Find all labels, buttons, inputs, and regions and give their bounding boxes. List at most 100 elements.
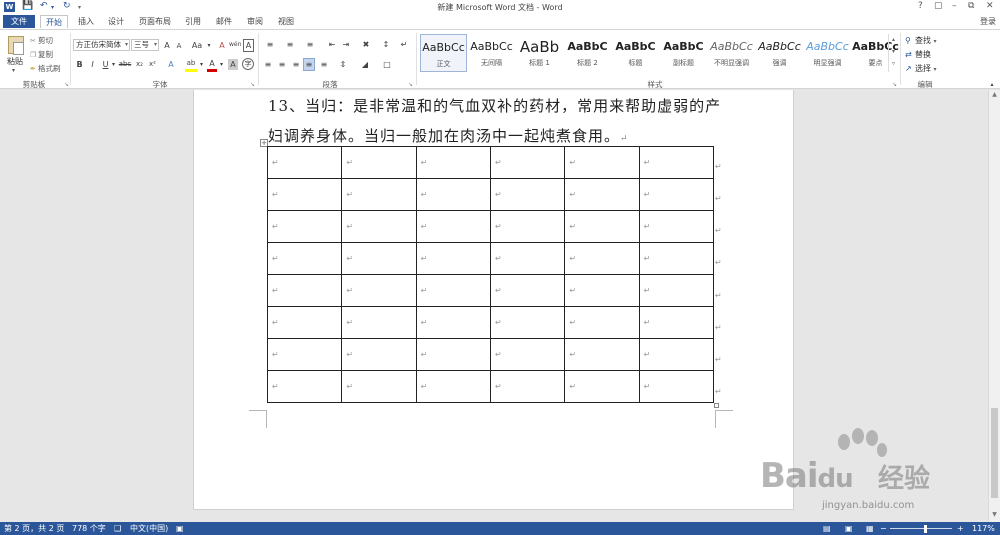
justify-icon[interactable]: ≡ xyxy=(303,58,315,71)
grow-font-button[interactable]: A xyxy=(162,40,172,51)
underline-dropdown-icon[interactable]: ▾ xyxy=(111,59,116,70)
paste-button[interactable]: 粘贴 xyxy=(7,56,23,67)
text-effects-button[interactable]: A xyxy=(166,59,176,70)
distributed-icon[interactable]: ≡ xyxy=(318,59,330,70)
paragraph-line-1[interactable]: 13、当归：是非常温和的气血双补的药材，常用来帮助虚弱的产 xyxy=(268,95,721,116)
table-cell[interactable]: ↵ xyxy=(638,210,715,243)
table-cell[interactable]: ↵ xyxy=(564,178,640,211)
web-layout-icon[interactable]: ▦ xyxy=(866,522,874,535)
table-cell[interactable]: ↵ xyxy=(341,274,417,307)
table-cell[interactable]: ↵ xyxy=(638,274,715,307)
table-cell[interactable]: ↵ xyxy=(564,306,640,339)
close-icon[interactable]: ✕ xyxy=(986,1,994,11)
style-heading-2[interactable]: AaBbC 标题 2 xyxy=(564,34,611,72)
styles-launcher-icon[interactable]: ↘ xyxy=(892,81,897,88)
scrollbar-thumb[interactable] xyxy=(991,408,998,498)
tab-file[interactable]: 文件 xyxy=(3,15,35,28)
align-right-icon[interactable]: ≡ xyxy=(290,59,302,70)
table-cell[interactable]: ↵ xyxy=(638,178,715,211)
align-center-icon[interactable]: ≡ xyxy=(276,59,288,70)
ribbon-display-options-icon[interactable]: ▢ xyxy=(934,1,943,11)
minimize-icon[interactable]: – xyxy=(952,1,957,11)
shrink-font-button[interactable]: A xyxy=(174,41,184,52)
tab-design[interactable]: 设计 xyxy=(103,15,129,28)
tab-home[interactable]: 开始 xyxy=(40,15,68,28)
table-cell[interactable]: ↵ xyxy=(415,338,491,371)
tab-view[interactable]: 视图 xyxy=(273,15,299,28)
table-cell[interactable]: ↵ xyxy=(341,242,417,275)
login-link[interactable]: 登录 xyxy=(980,16,996,27)
word-count[interactable]: 778 个字 xyxy=(72,522,106,535)
change-case-dropdown-icon[interactable]: ▾ xyxy=(206,40,212,51)
table-cell[interactable]: ↵ xyxy=(266,274,343,307)
style-title[interactable]: AaBbC 标题 xyxy=(612,34,659,72)
replace-button[interactable]: ⇄ 替换 xyxy=(905,49,931,60)
superscript-button[interactable]: x² xyxy=(147,59,158,70)
table-cell[interactable]: ↵ xyxy=(341,338,417,371)
document-table[interactable]: ↵ ↵ ↵ ↵ ↵ ↵ ↵ ↵ ↵ ↵ ↵ ↵ ↵ ↵ ↵ ↵ ↵ ↵ ↵ ↵ ↵ ↵ ↵ ↵ ↵ ↵ ↵ ↵ ↵ ↵ ↵ ↵ ↵ ↵ ↵ ↵ ↵ ↵ ↵ ↵… xyxy=(266,146,715,403)
table-cell[interactable]: ↵ xyxy=(638,242,715,275)
character-border-button[interactable]: A xyxy=(243,39,254,52)
table-cell[interactable]: ↵ xyxy=(266,146,343,179)
language-indicator[interactable]: 中文(中国) xyxy=(130,522,168,535)
asian-layout-icon[interactable]: ✖ xyxy=(358,39,374,50)
tab-page-layout[interactable]: 页面布局 xyxy=(134,15,176,28)
table-cell[interactable]: ↵ xyxy=(564,274,640,307)
chevron-down-icon[interactable]: ▾ xyxy=(889,46,898,58)
style-intense-emphasis[interactable]: AaBbCc 明显强调 xyxy=(804,34,851,72)
table-cell[interactable]: ↵ xyxy=(415,274,491,307)
paragraph-line-2[interactable]: 妇调养身体。当归一般加在肉汤中一起炖煮食用。↵ xyxy=(268,125,629,146)
table-cell[interactable]: ↵ xyxy=(341,146,417,179)
zoom-in-button[interactable]: + xyxy=(957,522,964,535)
table-cell[interactable]: ↵ xyxy=(341,306,417,339)
tab-references[interactable]: 引用 xyxy=(180,15,206,28)
table-cell[interactable]: ↵ xyxy=(564,338,640,371)
clipboard-launcher-icon[interactable]: ↘ xyxy=(64,81,69,88)
copy-button[interactable]: ❐ 复制 xyxy=(30,49,53,60)
strikethrough-button[interactable]: abc xyxy=(118,59,132,70)
style-heading-1[interactable]: AaBb 标题 1 xyxy=(516,34,563,72)
table-cell[interactable]: ↵ xyxy=(564,146,640,179)
zoom-slider[interactable] xyxy=(890,528,952,529)
table-cell[interactable]: ↵ xyxy=(489,178,566,211)
restore-icon[interactable]: ⧉ xyxy=(968,1,974,11)
zoom-out-button[interactable]: − xyxy=(880,522,887,535)
chevron-up-icon[interactable]: ▴ xyxy=(889,34,898,46)
select-button[interactable]: ↗ 选择 ▾ xyxy=(905,63,937,74)
increase-indent-icon[interactable]: ⇥ xyxy=(340,39,352,50)
table-cell[interactable]: ↵ xyxy=(564,242,640,275)
subscript-button[interactable]: x₂ xyxy=(134,59,145,70)
table-cell[interactable]: ↵ xyxy=(266,178,343,211)
help-button[interactable]: ? xyxy=(918,1,923,11)
table-cell[interactable]: ↵ xyxy=(341,178,417,211)
table-cell[interactable]: ↵ xyxy=(266,210,343,243)
page-count[interactable]: 第 2 页，共 2 页 xyxy=(4,522,64,535)
table-cell[interactable]: ↵ xyxy=(415,370,491,403)
table-cell[interactable]: ↵ xyxy=(638,306,715,339)
table-cell[interactable]: ↵ xyxy=(489,338,566,371)
change-case-button[interactable]: Aa xyxy=(190,40,204,51)
multilevel-list-icon[interactable]: ≡ xyxy=(302,39,318,50)
font-launcher-icon[interactable]: ↘ xyxy=(250,81,255,88)
table-cell[interactable]: ↵ xyxy=(564,210,640,243)
table-cell[interactable]: ↵ xyxy=(266,306,343,339)
table-cell[interactable]: ↵ xyxy=(489,242,566,275)
underline-button[interactable]: U xyxy=(101,59,110,70)
format-painter-button[interactable]: ✒ 格式刷 xyxy=(30,63,61,74)
table-cell[interactable]: ↵ xyxy=(638,338,715,371)
paste-dropdown-icon[interactable]: ▾ xyxy=(12,67,15,74)
scroll-up-icon[interactable]: ▲ xyxy=(989,91,1000,98)
table-cell[interactable]: ↵ xyxy=(564,370,640,403)
table-cell[interactable]: ↵ xyxy=(415,178,491,211)
read-mode-icon[interactable]: ▤ xyxy=(823,522,831,535)
table-cell[interactable]: ↵ xyxy=(266,338,343,371)
macro-record-icon[interactable]: ▣ xyxy=(176,522,184,535)
collapse-ribbon-icon[interactable]: ▴ xyxy=(988,79,996,90)
tab-mailings[interactable]: 邮件 xyxy=(211,15,237,28)
style-no-spacing[interactable]: AaBbCc 无间隔 xyxy=(468,34,515,72)
sort-icon[interactable]: ↕ xyxy=(380,39,392,50)
phonetic-guide-button[interactable]: wén xyxy=(229,39,241,50)
font-color-button[interactable]: A xyxy=(207,58,217,72)
style-subtle-emphasis[interactable]: AaBbCc 不明显强调 xyxy=(708,34,755,72)
scroll-down-icon[interactable]: ▼ xyxy=(989,511,1000,518)
